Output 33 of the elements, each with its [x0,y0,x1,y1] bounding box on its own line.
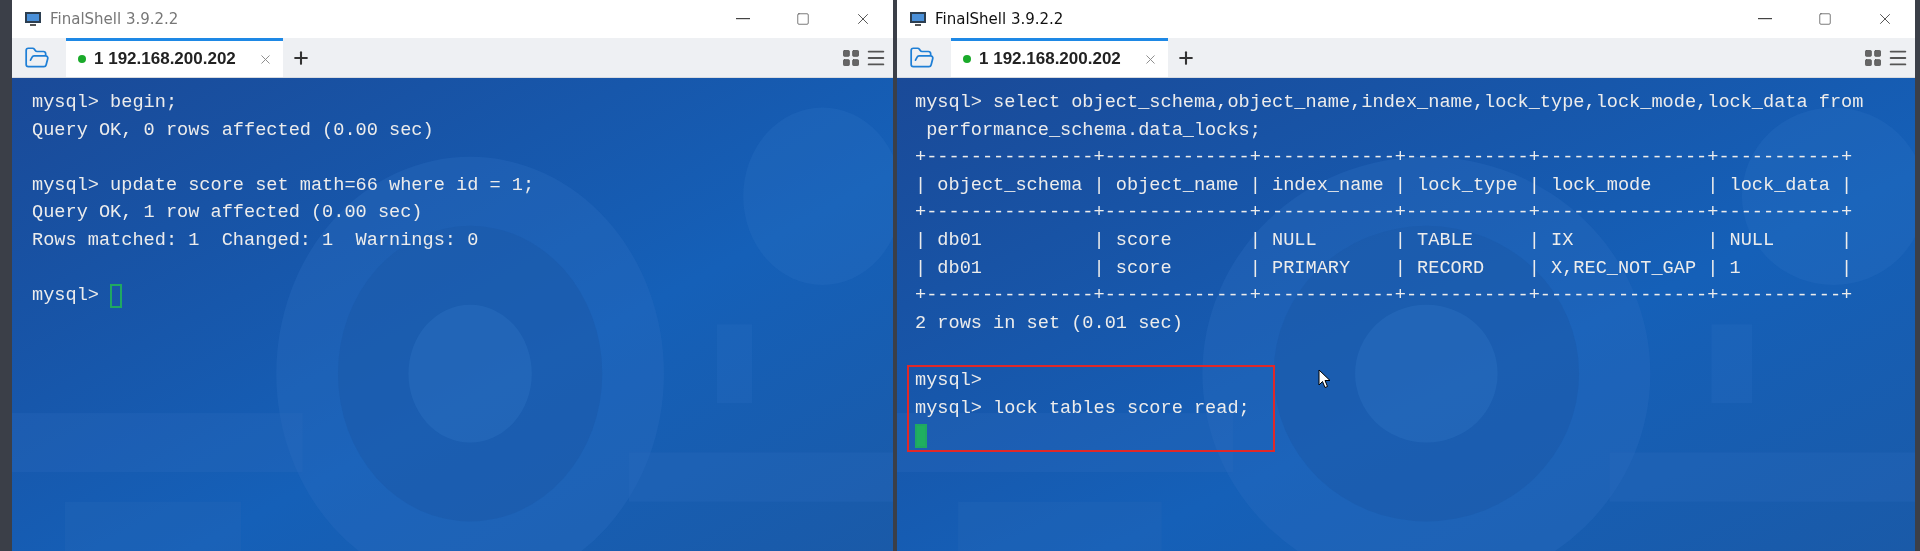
grid-icon[interactable] [1863,47,1883,68]
terminal-line: performance_schema.data_locks; [925,118,1261,143]
minimize-icon [736,18,750,20]
terminal-line: mysql> lock tables score read; [915,396,1250,421]
status-dot [78,55,86,63]
minimize-icon [1758,18,1772,20]
session-tab[interactable]: 1 192.168.200.202 [66,38,283,77]
status-dot [963,55,971,63]
terminal-line: Query OK, 1 row affected (0.00 sec) [32,201,423,226]
terminal-line: | db01 | score | PRIMARY | RECORD | X,REC_NOT_GAP | 1 | [915,256,1853,281]
terminal-line: mysql> [915,368,982,393]
folder-icon [24,44,50,71]
terminal-line: mysql> select object_schema,object_name,index_name,lock_type,lock_mode,lock_data from [915,91,1864,115]
maximize-icon [796,12,810,26]
window-title: FinalShell 3.9.2.2 [935,10,1065,28]
terminal-line: +---------------+-------------+------------+-----------+---------------+-----------+ [915,146,1853,171]
window-title: FinalShell 3.9.2.2 [50,10,180,28]
maximize-icon [1818,12,1832,26]
session-tab[interactable]: 1 192.168.200.202 [951,38,1168,77]
grid-icon[interactable] [841,47,861,68]
terminal-line: +---------------+-------------+------------+-----------+---------------+-----------+ [915,201,1853,226]
terminal-line: mysql> update score set math=66 where id = 1; [32,173,535,198]
terminal-line: 2 rows in set (0.01 sec) [915,311,1183,336]
terminal-line: | object_schema | object_name | index_name | lock_type | lock_mode | lock_data | [915,173,1853,198]
folder-icon [909,44,935,71]
terminal-app-icon [909,11,927,27]
terminal-line: mysql> begin; [32,91,178,115]
terminal-line: | db01 | score | NULL | TABLE | IX | NULL | [915,228,1853,253]
terminal-line: +---------------+-------------+------------+-----------+---------------+-----------+ [915,284,1853,309]
terminal-line: mysql> [32,284,99,309]
terminal-line: Rows matched: 1 Changed: 1 Warnings: 0 [32,228,479,253]
terminal-line: Query OK, 0 rows affected (0.00 sec) [32,118,434,143]
terminal-app-icon [24,11,42,27]
